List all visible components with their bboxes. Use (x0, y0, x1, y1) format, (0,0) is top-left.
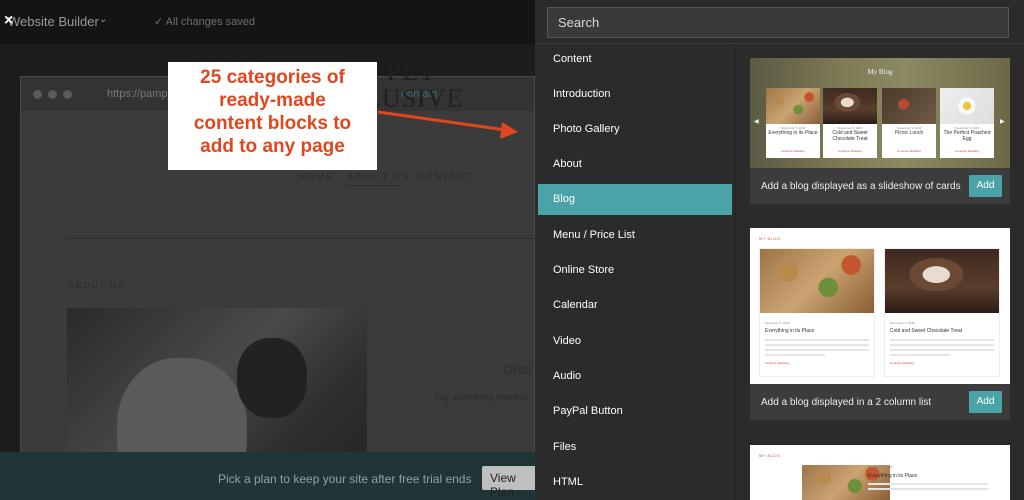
category-about[interactable]: About (538, 149, 732, 180)
category-menu-price-list[interactable]: Menu / Price List (538, 220, 732, 251)
preview-post-card: November 5, 2015 Picnic Lunch Continue R… (882, 88, 936, 158)
category-blog[interactable]: Blog (538, 184, 732, 215)
plan-banner-text: Pick a plan to keep your site after free… (218, 472, 472, 486)
post-text-line (890, 339, 994, 341)
app-root: Website Builder × ⌄ ✓ All changes saved … (0, 0, 1024, 500)
post-date: November 5, 2015 (765, 321, 790, 325)
window-dot (63, 90, 72, 99)
preview-blog-title: My Blog (867, 68, 893, 76)
post-title: Picnic Lunch (894, 130, 924, 136)
post-text-line (890, 344, 994, 346)
post-title: Cold and Sweet Chocolate Treat (832, 130, 868, 142)
post-text-line (868, 488, 988, 490)
save-status: ✓ All changes saved (154, 16, 255, 28)
preview-post-card: November 5, 2015 Cold and Sweet Chocolat… (823, 88, 877, 158)
post-date: November 5, 2015 (868, 465, 893, 469)
top-bar: Website Builder × ⌄ ✓ All changes saved (0, 0, 535, 44)
nav-about-us[interactable]: ABOUT US (347, 172, 410, 183)
block-preview: MY BLOG November 5, 2015 Everything in i… (750, 228, 1010, 384)
url-text: https://pamp (107, 88, 168, 100)
post-image (766, 88, 820, 124)
category-paypal-button[interactable]: PayPal Button (538, 396, 732, 427)
add-button[interactable]: Add (969, 391, 1002, 413)
callout-line: add to any page (200, 136, 345, 157)
post-text-line (765, 344, 869, 346)
preview-post-card: November 5, 2015 Everything in its Place… (759, 248, 875, 377)
category-files[interactable]: Files (538, 432, 732, 463)
window-dot (33, 90, 42, 99)
post-text-line (890, 349, 994, 351)
panel-divider (735, 44, 736, 500)
post-text-line (765, 339, 869, 341)
chevron-right-icon: ▶ (1000, 119, 1005, 125)
block-preview: My Blog ◀ ▶ November 5, 2015 Everything … (750, 58, 1010, 168)
callout-line: content blocks to (193, 113, 352, 134)
post-link: Continue Reading (765, 361, 790, 365)
search-bar (535, 0, 1024, 44)
block-preview: MY BLOG November 5, 2015 Everything in i… (750, 445, 1010, 500)
category-video[interactable]: Video (538, 326, 732, 357)
post-image (885, 249, 999, 313)
app-title[interactable]: Website Builder (4, 14, 99, 29)
preview-post-card: November 5, 2015 The Perfect Poached Egg… (940, 88, 994, 158)
callout-line: ready-made (219, 90, 326, 111)
category-content[interactable]: Content (538, 44, 732, 75)
nav-active-underline (346, 185, 399, 186)
preview-blog-title: MY BLOG (759, 236, 781, 241)
nav-home[interactable]: HOME (298, 172, 334, 183)
post-link: Continue Reading (837, 149, 863, 153)
block-card-blog-slideshow[interactable]: My Blog ◀ ▶ November 5, 2015 Everything … (750, 58, 1010, 204)
post-title: The Perfect Poached Egg (943, 130, 991, 142)
view-plans-button[interactable]: View Plan (482, 466, 542, 499)
block-card-label: Add a blog displayed in a 2 column list (761, 397, 932, 408)
post-image (882, 88, 936, 124)
post-date: November 5, 2015 (890, 321, 915, 325)
block-card-blog-2-column[interactable]: MY BLOG November 5, 2015 Everything in i… (750, 228, 1010, 420)
close-icon[interactable]: × (4, 12, 13, 30)
about-heading: ABOUT US (68, 280, 126, 290)
post-title: Everything in its Place (868, 473, 918, 479)
divider (66, 238, 536, 239)
preview-blog-title: MY BLOG (759, 453, 781, 458)
block-card-blog-list[interactable]: MY BLOG November 5, 2015 Everything in i… (750, 445, 1010, 500)
search-input[interactable] (547, 7, 1009, 38)
post-text-line (765, 354, 825, 356)
category-online-store[interactable]: Online Store (538, 255, 732, 286)
block-card-footer: Add a blog displayed as a slideshow of c… (750, 171, 1010, 205)
category-calendar[interactable]: Calendar (538, 290, 732, 321)
post-text-line (890, 354, 950, 356)
callout-line: 25 categories of (200, 67, 345, 88)
block-card-footer: Add a blog displayed in a 2 column list … (750, 387, 1010, 421)
category-introduction[interactable]: Introduction (538, 79, 732, 110)
post-link: Continue Reading (896, 149, 922, 153)
post-text-line (868, 483, 988, 485)
post-image (760, 249, 874, 313)
post-link: Continue Reading (954, 149, 980, 153)
about-title: Grab (503, 362, 532, 377)
block-card-label: Add a blog displayed as a slideshow of c… (761, 181, 961, 192)
window-dot (48, 90, 57, 99)
post-image (823, 88, 877, 124)
post-text-line (765, 349, 869, 351)
content-block-panel: Content Introduction Photo Gallery About… (535, 0, 1024, 500)
preview-post-card: November 5, 2015 Cold and Sweet Chocolat… (884, 248, 1000, 377)
post-title: Everything in its Place (765, 328, 815, 334)
category-audio[interactable]: Audio (538, 361, 732, 392)
annotation-callout: 25 categories of ready-made content bloc… (168, 62, 377, 170)
about-text: Say something interesti (434, 392, 528, 402)
post-link: Continue Reading (780, 149, 806, 153)
category-photo-gallery[interactable]: Photo Gallery (538, 114, 732, 145)
add-button[interactable]: Add (969, 175, 1002, 197)
category-list: Content Introduction Photo Gallery About… (535, 44, 735, 500)
nav-contact[interactable]: CONTACT (416, 172, 474, 183)
chevron-left-icon: ◀ (754, 119, 759, 125)
post-title: Cold and Sweet Chocolate Treat (890, 328, 962, 334)
chevron-down-icon[interactable]: ⌄ (99, 14, 107, 25)
post-image (940, 88, 994, 124)
post-title: Everything in its Place (768, 130, 818, 136)
preview-post-card: November 5, 2015 Everything in its Place… (766, 88, 820, 158)
post-link: Continue Reading (890, 361, 915, 365)
photo-person-shape (237, 338, 307, 418)
category-html[interactable]: HTML (538, 467, 732, 498)
